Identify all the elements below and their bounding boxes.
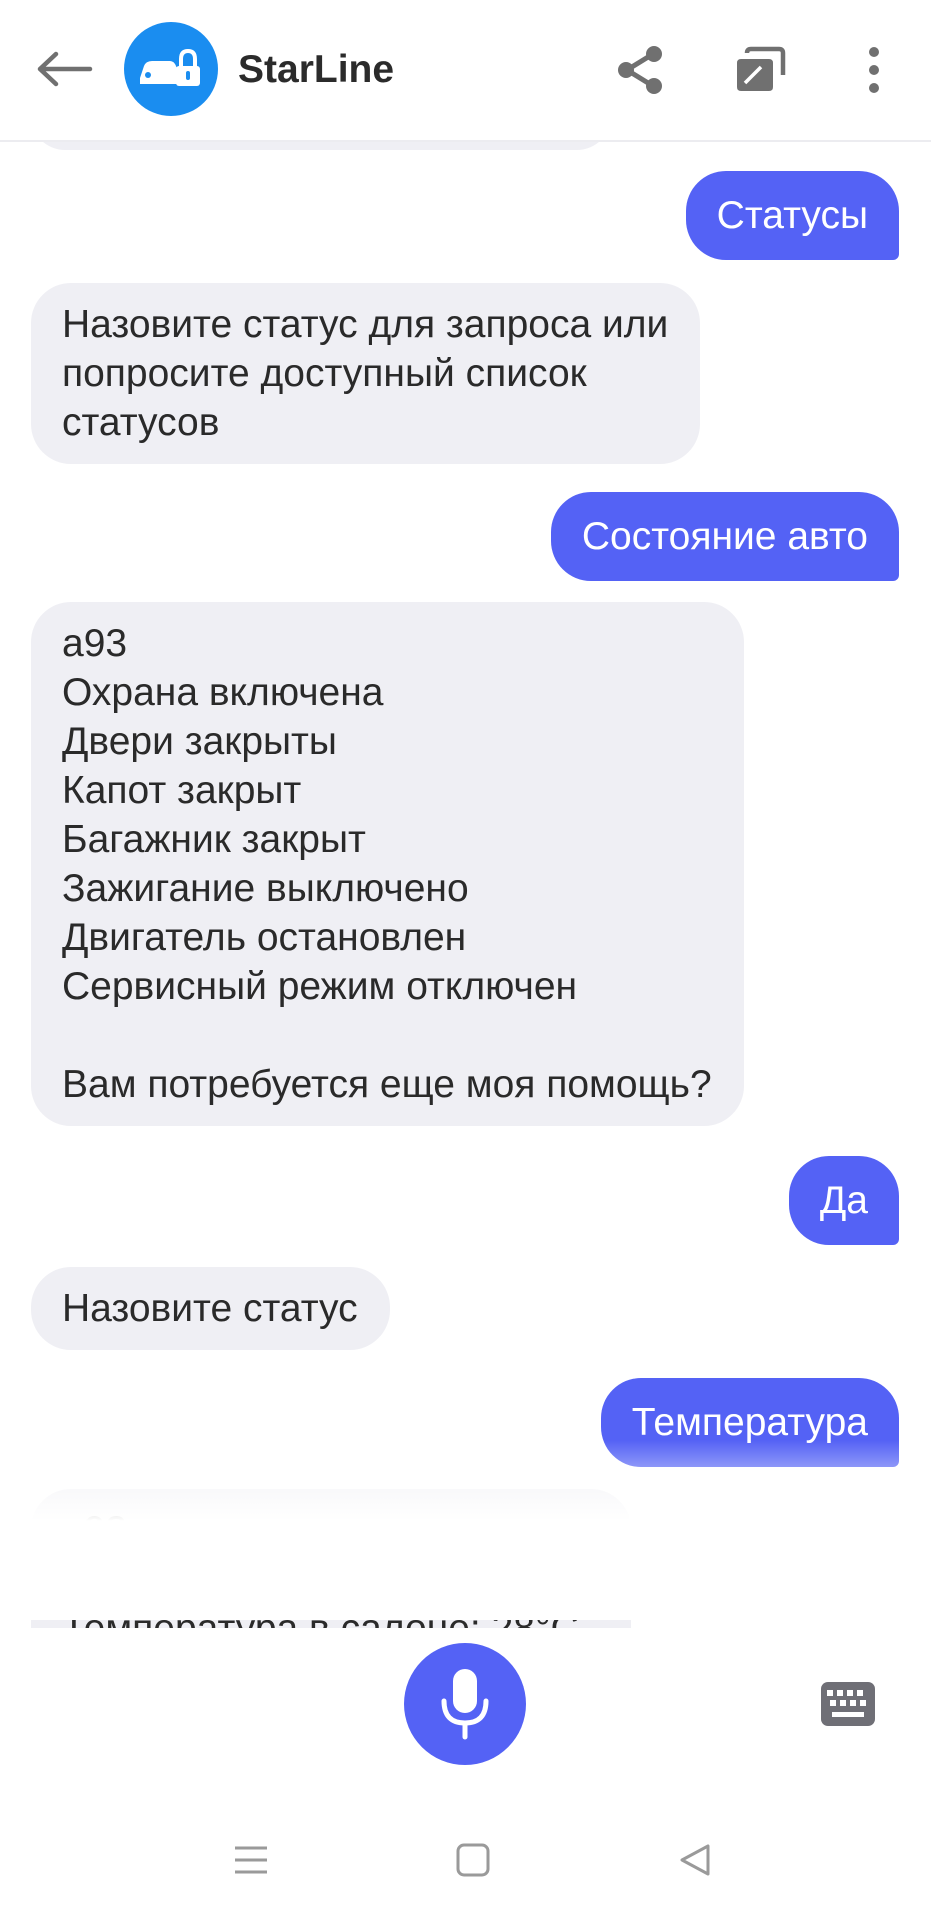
share-icon[interactable]	[608, 38, 672, 102]
more-vertical-icon[interactable]	[842, 38, 906, 102]
bot-message: Назовите статус для запроса или попросит…	[31, 283, 701, 464]
home-square-icon[interactable]	[443, 1830, 503, 1890]
car-lock-icon	[140, 48, 200, 86]
user-message: Статусы	[685, 171, 899, 260]
app-header: StarLine	[0, 0, 931, 142]
bot-message: а93 Охрана включена Двери закрыты Капот …	[31, 602, 744, 1126]
user-message: Состояние авто	[550, 492, 899, 581]
previous-bot-bubble-edge	[31, 142, 611, 150]
back-arrow-icon[interactable]	[30, 38, 100, 100]
microphone-button[interactable]	[404, 1643, 526, 1765]
user-message: Да	[788, 1156, 899, 1245]
keyboard-icon[interactable]	[820, 1681, 876, 1727]
chat-title: StarLine	[238, 48, 395, 91]
back-triangle-icon[interactable]	[665, 1830, 725, 1890]
chat-fade-overlay	[0, 1440, 931, 1620]
collapse-window-icon[interactable]	[728, 38, 792, 102]
bot-message: Назовите статус	[31, 1267, 390, 1350]
system-navbar	[0, 1800, 931, 1920]
starline-logo-avatar[interactable]	[124, 22, 218, 116]
chat-area[interactable]: Статусы Назовите статус для запроса или …	[0, 142, 931, 1628]
microphone-icon	[441, 1669, 489, 1740]
recent-apps-icon[interactable]	[221, 1830, 281, 1890]
